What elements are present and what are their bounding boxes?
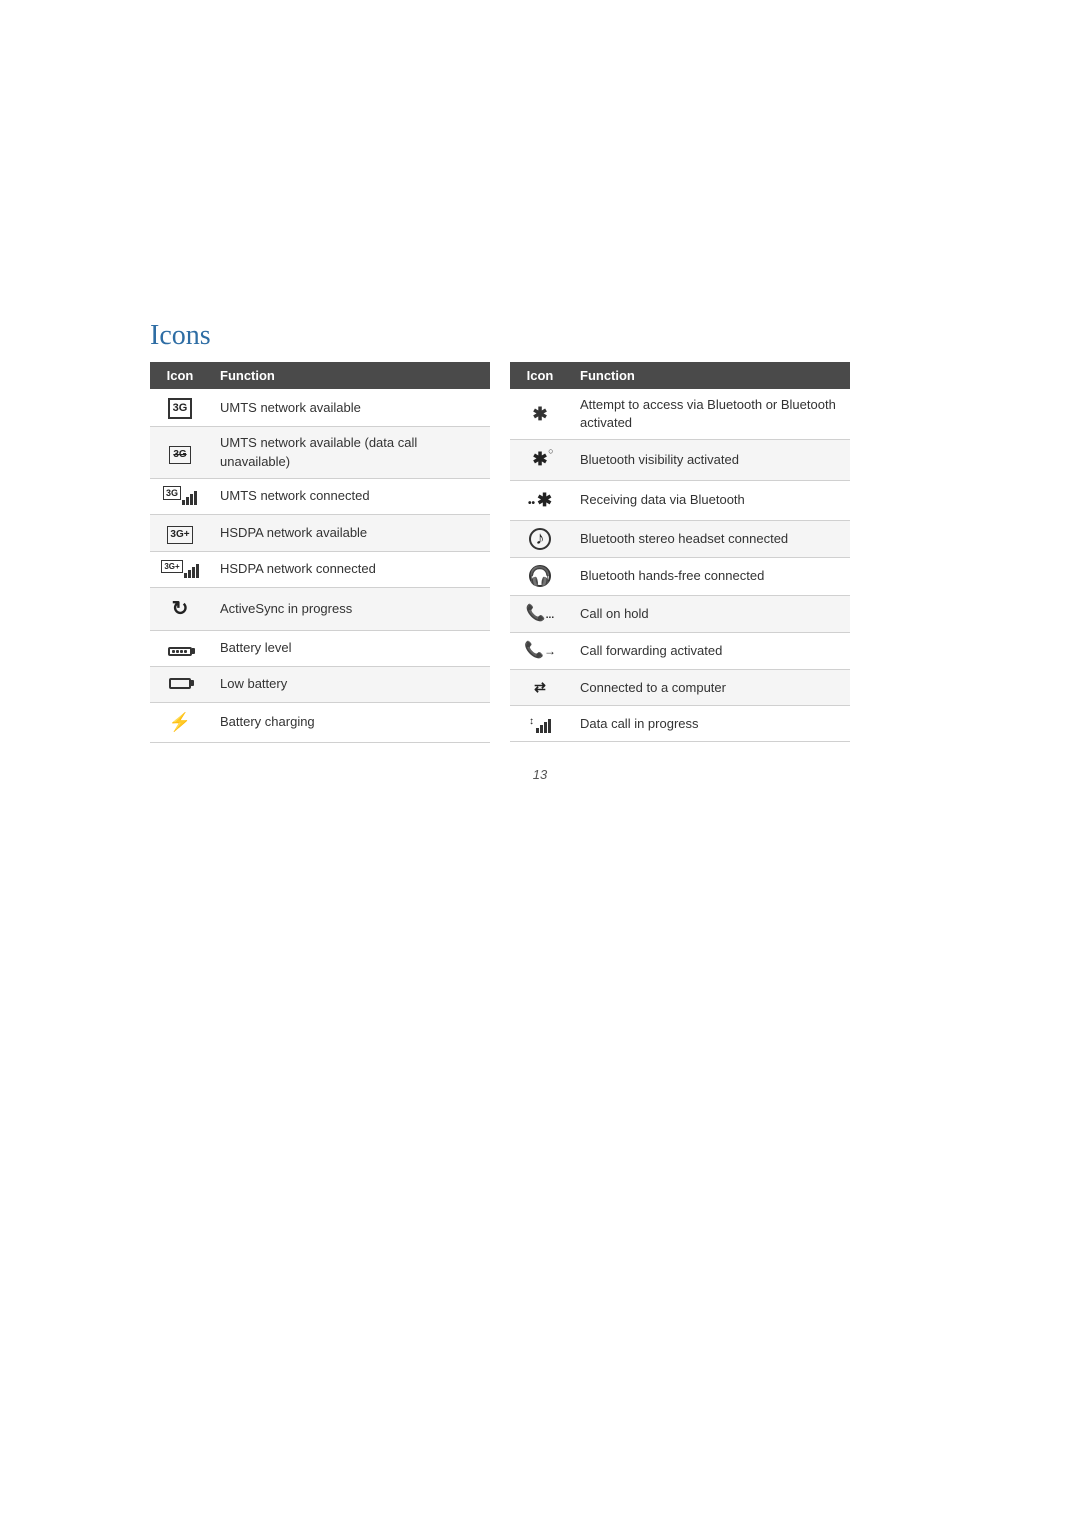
battery-low-icon — [169, 678, 191, 689]
table-row: ↻ ActiveSync in progress — [150, 587, 490, 630]
bluetooth-handsfree-icon: 🎧 — [529, 565, 551, 587]
icon-cell: ↕ — [510, 706, 570, 742]
left-header-function: Function — [210, 362, 490, 389]
3g-bars-icon: 3G — [163, 491, 197, 506]
table-row: 3G+ HSDPA network connected — [150, 551, 490, 587]
table-row: 3G UMTS network available — [150, 389, 490, 427]
icon-cell: ✱ — [510, 389, 570, 440]
battery-charge-icon: ⚡ — [169, 712, 191, 732]
icon-cell: ✱ ○ — [510, 440, 570, 480]
icon-cell: 3G — [150, 427, 210, 478]
icon-cell: 3G+ — [150, 514, 210, 551]
right-table: Icon Function ✱ Attempt to access via Blu… — [510, 362, 850, 742]
function-cell: HSDPA network available — [210, 514, 490, 551]
battery-full-icon — [168, 647, 192, 656]
3gplus-icon: 3G+ — [167, 526, 192, 544]
bluetooth-data-icon: ••✱ — [528, 488, 552, 513]
icon-cell: ⇄ — [510, 670, 570, 706]
table-row: ⇄ Connected to a computer — [510, 670, 850, 706]
table-row: 3G UMTS network connected — [150, 478, 490, 514]
right-header-icon: Icon — [510, 362, 570, 389]
page-container: Icons Icon Function 3G UMTS network avail… — [150, 320, 930, 782]
table-row: ✱ ○ Bluetooth visibility activated — [510, 440, 850, 480]
icon-cell: 📞→ — [510, 632, 570, 669]
icon-cell: 3G+ — [150, 551, 210, 587]
table-row: 🎧 Bluetooth hands-free connected — [510, 558, 850, 595]
table-row: ✱ Attempt to access via Bluetooth or Blue… — [510, 389, 850, 440]
table-row: 3G+ HSDPA network available — [150, 514, 490, 551]
icon-cell: 3G — [150, 389, 210, 427]
function-cell: Low battery — [210, 666, 490, 702]
icon-cell — [150, 630, 210, 666]
function-cell: Receiving data via Bluetooth — [570, 480, 850, 520]
icon-cell: ••✱ — [510, 480, 570, 520]
table-row: 3G UMTS network available (data call una… — [150, 427, 490, 478]
table-row: ⚡ Battery charging — [150, 702, 490, 742]
page-number: 13 — [150, 767, 930, 782]
table-row: ♪ Bluetooth stereo headset connected — [510, 520, 850, 557]
function-cell: Connected to a computer — [570, 670, 850, 706]
3g-icon: 3G — [168, 398, 193, 419]
left-header-icon: Icon — [150, 362, 210, 389]
function-cell: UMTS network connected — [210, 478, 490, 514]
function-cell: ActiveSync in progress — [210, 587, 490, 630]
function-cell: UMTS network available — [210, 389, 490, 427]
icon-cell: 🎧 — [510, 558, 570, 595]
table-row: Battery level — [150, 630, 490, 666]
function-cell: Attempt to access via Bluetooth or Bluet… — [570, 389, 850, 440]
right-header-function: Function — [570, 362, 850, 389]
section-title: Icons — [150, 320, 930, 352]
function-cell: Bluetooth hands-free connected — [570, 558, 850, 595]
table-row: 📞→ Call forwarding activated — [510, 632, 850, 669]
call-forward-icon: 📞→ — [524, 642, 556, 659]
icon-cell: ♪ — [510, 520, 570, 557]
function-cell: Battery level — [210, 630, 490, 666]
icon-cell: 📞... — [510, 595, 570, 632]
bluetooth-stereo-icon: ♪ — [529, 528, 551, 550]
3gplus-bars-icon: 3G+ — [161, 564, 198, 578]
function-cell: UMTS network available (data call unavai… — [210, 427, 490, 478]
table-row: Low battery — [150, 666, 490, 702]
call-hold-icon: 📞... — [526, 605, 554, 622]
function-cell: Bluetooth visibility activated — [570, 440, 850, 480]
sync-icon: ↻ — [172, 598, 189, 620]
table-row: ••✱ Receiving data via Bluetooth — [510, 480, 850, 520]
icon-cell: 3G — [150, 478, 210, 514]
bluetooth-visible-icon: ✱ ○ — [532, 447, 547, 472]
function-cell: HSDPA network connected — [210, 551, 490, 587]
function-cell: Data call in progress — [570, 706, 850, 742]
data-call-icon: ↕ — [529, 719, 551, 733]
function-cell: Battery charging — [210, 702, 490, 742]
icon-cell — [150, 666, 210, 702]
3g-alt-icon: 3G — [169, 446, 190, 464]
table-row: 📞... Call on hold — [510, 595, 850, 632]
icon-cell: ⚡ — [150, 702, 210, 742]
table-row: ↕ Data call in progress — [510, 706, 850, 742]
computer-connected-icon: ⇄ — [534, 679, 546, 695]
icon-cell: ↻ — [150, 587, 210, 630]
function-cell: Call on hold — [570, 595, 850, 632]
function-cell: Call forwarding activated — [570, 632, 850, 669]
left-table: Icon Function 3G UMTS network available 3… — [150, 362, 490, 743]
bluetooth-icon: ✱ — [532, 404, 547, 424]
tables-wrapper: Icon Function 3G UMTS network available 3… — [150, 362, 930, 743]
function-cell: Bluetooth stereo headset connected — [570, 520, 850, 557]
